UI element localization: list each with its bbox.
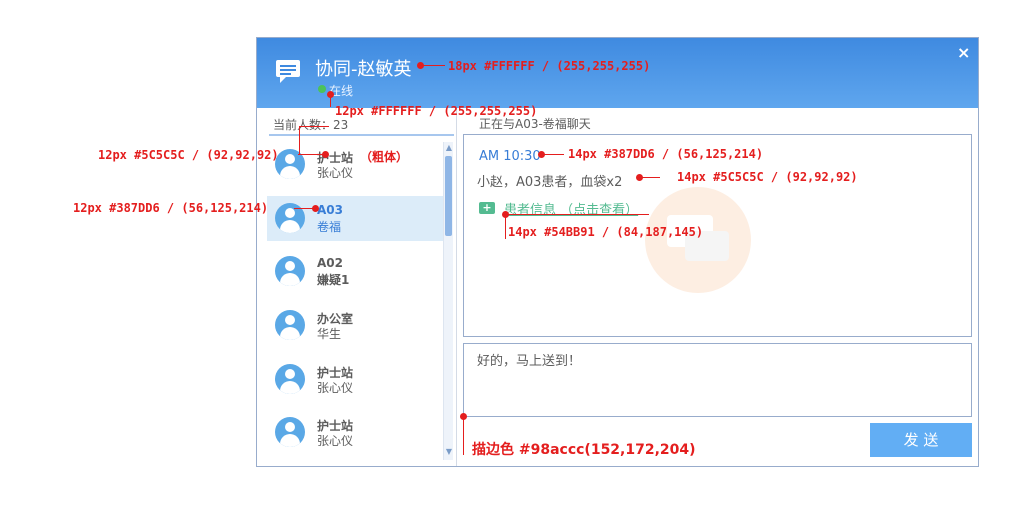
sidebar-divider (269, 134, 454, 136)
contact-item-active[interactable]: A03 卷福 (267, 195, 443, 241)
annotation-dot (322, 151, 329, 158)
annotation-line (505, 217, 506, 239)
contact-item[interactable]: 护士站 张心仪 (267, 142, 443, 187)
online-status-dot (318, 85, 326, 93)
annotation-line (505, 214, 649, 215)
contact-list: 护士站 张心仪 A03 卷福 A02 嫌疑1 办公室 华生 护士站 张心仪 护士… (267, 142, 443, 458)
annotation-line (298, 154, 324, 155)
annotation-line (294, 208, 314, 209)
contact-scrollbar[interactable]: ▲ ▼ (443, 142, 453, 460)
annotation-line (423, 65, 445, 66)
message-time: AM 10:30 (479, 149, 541, 164)
title-spec-annotation: 18px #FFFFFF / (255,255,255) (448, 59, 651, 73)
chat-watermark-icon (645, 187, 751, 293)
contact-item[interactable]: A02 嫌疑1 (267, 249, 443, 294)
contact-name: A02 (317, 256, 343, 271)
message-text: 小赵，A03患者，血袋x2 (477, 175, 623, 190)
contact-subtitle: 卷福 (317, 219, 342, 234)
time-spec-annotation: 14px #387DD6 / (56,125,214) (568, 147, 764, 161)
link-spec-annotation: 14px #54BB91 / (84,187,145) (508, 225, 704, 239)
contact-subtitle: 华生 (317, 327, 342, 342)
send-button[interactable]: 发 送 (870, 423, 972, 457)
chat-bubble-icon (276, 60, 300, 83)
annotation-dot (312, 205, 319, 212)
close-button[interactable]: × (957, 43, 970, 62)
annotation-line (330, 97, 331, 107)
active-spec-annotation: 12px #387DD6 / (56,125,214) (73, 201, 269, 215)
user-avatar-icon (275, 417, 305, 448)
annotation-line (299, 126, 300, 154)
chat-window: 协同-赵敏英 在线 × 当前人数：23 护士站 张心仪 A03 卷福 A02 嫌… (256, 37, 979, 467)
message-input[interactable]: 好的，马上送到！ (463, 343, 972, 417)
medical-folder-icon: + (479, 202, 495, 214)
message-input-text: 好的，马上送到！ (477, 354, 582, 369)
contact-subtitle: 张心仪 (317, 380, 354, 395)
contact-item[interactable]: 护士站 张心仪 (267, 410, 443, 455)
window-title: 协同-赵敏英 (315, 59, 412, 80)
contact-item[interactable]: 办公室 华生 (267, 303, 443, 348)
annotation-line (544, 154, 564, 155)
user-avatar-icon (275, 363, 305, 394)
annotation-line (299, 126, 329, 127)
patient-info-link[interactable]: 患者信息 （点击查看） (504, 199, 638, 218)
scroll-thumb[interactable] (445, 156, 452, 236)
contact-subtitle: 嫌疑1 (317, 273, 350, 288)
contact-sidebar: 当前人数：23 护士站 张心仪 A03 卷福 A02 嫌疑1 办公室 华生 护士… (257, 108, 457, 466)
scroll-up-icon[interactable]: ▲ (445, 144, 453, 152)
online-count: 当前人数：23 (273, 118, 349, 132)
annotation-line (463, 419, 464, 455)
contact-name: A03 (317, 202, 343, 217)
annotation-line (642, 177, 660, 178)
contact-name-spec-annotation: 12px #5C5C5C / (92,92,92) (98, 148, 279, 162)
user-avatar-icon (275, 256, 305, 287)
msg-spec-annotation: 14px #5C5C5C / (92,92,92) (677, 170, 858, 184)
user-avatar-icon (275, 310, 305, 341)
contact-item[interactable]: 护士站 张心仪 (267, 357, 443, 402)
contact-subtitle: 张心仪 (317, 166, 354, 180)
window-header: 协同-赵敏英 在线 × (257, 38, 978, 108)
bold-note-annotation: （粗体） (360, 150, 409, 164)
border-spec-annotation: 描边色 #98accc(152,172,204) (472, 442, 696, 458)
contact-subtitle: 张心仪 (317, 434, 354, 449)
status-spec-annotation: 12px #FFFFFF / (255,255,255) (335, 104, 538, 118)
scroll-down-icon[interactable]: ▼ (445, 448, 453, 456)
